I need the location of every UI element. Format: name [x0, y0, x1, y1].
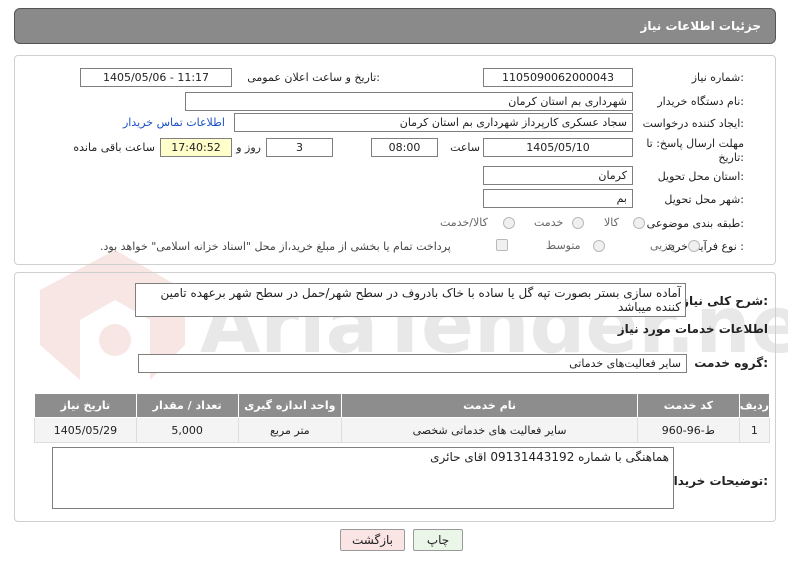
buyer-org-field: شهرداری بم استان کرمان — [185, 92, 633, 111]
cell-need-date: 1405/05/29 — [34, 417, 137, 443]
back-button[interactable]: بازگشت — [340, 529, 405, 551]
col-service-code: کد خدمت — [636, 393, 740, 418]
buyer-notes-label: توضیحات خریدار: — [666, 474, 768, 488]
treasury-checkbox[interactable] — [496, 239, 508, 251]
cell-service-name: سایر فعالیت های خدماتی شخصی — [341, 417, 638, 443]
announce-label: تاریخ و ساعت اعلان عمومی: — [247, 71, 380, 84]
page-title: جزئیات اطلاعات نیاز — [640, 19, 761, 33]
col-need-date: تاریخ نیاز — [34, 393, 137, 418]
header-bar: جزئیات اطلاعات نیاز — [14, 8, 776, 44]
category-option-goods: کالا — [604, 216, 619, 229]
buyer-notes-textbox[interactable]: هماهنگی با شماره 09131443192 اقای حائری — [52, 447, 674, 509]
category-label: طبقه بندی موضوعی: — [646, 217, 744, 230]
province-field: کرمان — [483, 166, 633, 185]
deadline-label: مهلت ارسال پاسخ: تا تاریخ: — [646, 137, 744, 164]
province-label: استان محل تحویل: — [657, 170, 744, 183]
services-table-header: تاریخ نیاز تعداد / مقدار واحد اندازه گیر… — [34, 393, 771, 418]
need-number-field: 1105090062000043 — [483, 68, 633, 87]
category-option-goods-service: کالا/خدمت — [440, 216, 488, 229]
remaining-time-label: ساعت باقی مانده — [73, 141, 155, 154]
process-radio-minor[interactable] — [688, 240, 700, 252]
services-section-title: اطلاعات خدمات مورد نیاز — [617, 322, 768, 336]
print-button[interactable]: چاپ — [413, 529, 463, 551]
cell-unit: متر مربع — [237, 417, 343, 443]
buyer-contact-link[interactable]: اطلاعات تماس خریدار — [123, 116, 225, 129]
summary-textbox[interactable]: آماده سازی بستر بصورت تپه گل یا ساده با … — [135, 283, 686, 317]
need-number-label: شماره نیاز: — [691, 71, 744, 84]
city-field: بم — [483, 189, 633, 208]
buyer-org-label: نام دستگاه خریدار: — [657, 95, 744, 108]
category-radio-goods[interactable] — [633, 217, 645, 229]
city-label: شهر محل تحویل: — [664, 193, 744, 206]
deadline-time-field: 08:00 — [371, 138, 438, 157]
category-radio-service[interactable] — [572, 217, 584, 229]
cell-quantity: 5,000 — [135, 417, 239, 443]
col-unit: واحد اندازه گیری — [237, 393, 343, 418]
summary-label: شرح کلی نیاز: — [682, 294, 768, 308]
treasury-payment-note: پرداخت تمام یا بخشی از مبلغ خرید،از محل … — [100, 240, 451, 253]
col-service-name: نام خدمت — [341, 393, 638, 418]
process-option-minor: جزیی — [650, 239, 676, 252]
col-row: ردیف — [738, 393, 771, 418]
days-label: روز و — [236, 141, 261, 154]
remaining-time-field: 17:40:52 — [160, 138, 232, 157]
category-radio-goods-service[interactable] — [503, 217, 515, 229]
deadline-date-field: 1405/05/10 — [483, 138, 633, 157]
deadline-time-label: ساعت — [450, 141, 480, 154]
creator-field: سجاد عسکری کارپرداز شهرداری بم استان کرم… — [234, 113, 633, 132]
cell-service-code: ط-96-960 — [636, 417, 740, 443]
creator-label: ایجاد کننده درخواست: — [642, 117, 744, 130]
remaining-days-field: 3 — [266, 138, 333, 157]
services-table: تاریخ نیاز تعداد / مقدار واحد اندازه گیر… — [34, 393, 771, 443]
process-radio-medium[interactable] — [593, 240, 605, 252]
service-group-field: سایر فعالیت‌های خدماتی — [138, 354, 687, 373]
col-quantity: تعداد / مقدار — [135, 393, 239, 418]
process-label: نوع فرآیند خرید : — [666, 240, 744, 253]
table-row: 1405/05/29 5,000 متر مربع سایر فعالیت ها… — [34, 417, 771, 443]
announce-datetime-field: 1405/05/06 - 11:17 — [80, 68, 232, 87]
service-group-label: گروه خدمت: — [694, 356, 768, 370]
process-option-medium: متوسط — [546, 239, 581, 252]
category-option-service: خدمت — [534, 216, 564, 229]
cell-row: 1 — [738, 417, 771, 443]
